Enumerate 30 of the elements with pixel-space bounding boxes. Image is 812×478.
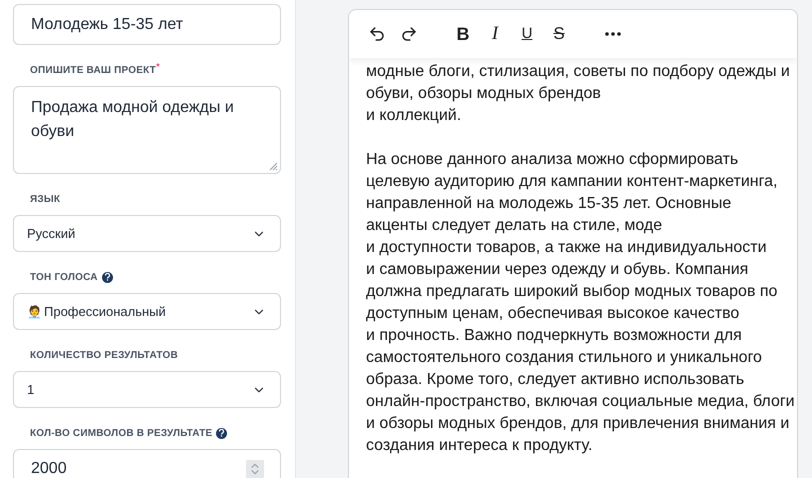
field-label: КОЛИЧЕСТВО РЕЗУЛЬТАТОВ (30, 348, 178, 362)
select-value: Профессиональный (44, 302, 166, 321)
field-label: КОЛ-ВО СИМВОЛОВ В РЕЗУЛЬТАТЕ (30, 426, 212, 440)
field-value: Продажа модной одежды и обуви (31, 99, 234, 140)
input-field[interactable]: Молодежь 15-35 лет (13, 4, 281, 45)
ellipsis-icon (605, 32, 621, 36)
editor-paragraph: На основе данного анализа можно сформировать целевую аудиторию для кампании контент-маркетинга, направленной на молодежь 15-35 лет. Основные акценты следует делать на стиле, моде и доступности товаров, а также на индивидуальности и самовыражении через одежду и обувь. Компания должна предлагать широкий выбор модных товаров по доступным ценам, обеспечивая высокое качество и прочность. Важно подчеркнуть возможности для самостоятельного создания стильного и уникального образа. Кроме того, следует активно использовать онлайн-пространство, включая социальные медиа, блоги и обзоры модных брендов, для привлечения внимания и создания интереса к продукту. (366, 150, 796, 456)
italic-button[interactable]: I (479, 22, 511, 46)
required-mark: * (156, 63, 160, 73)
underline-button[interactable]: U (511, 22, 543, 46)
field-value: 2000 (31, 459, 67, 478)
field-label: ТОН ГОЛОСА (30, 270, 98, 284)
person-emoji-icon: 🧑‍💼 (27, 302, 42, 320)
select-value: 1 (27, 380, 34, 399)
redo-icon (400, 25, 418, 43)
field-label: ОПИШИТЕ ВАШ ПРОЕКТ (30, 64, 156, 78)
help-icon[interactable] (216, 428, 228, 438)
help-icon[interactable] (102, 272, 113, 282)
select-field[interactable]: 🧑‍💼Профессиональный (13, 293, 281, 330)
undo-icon (368, 25, 386, 43)
resize-handle-icon[interactable] (268, 161, 278, 171)
bold-button[interactable]: B (447, 22, 479, 46)
select-value: Русский (27, 224, 76, 243)
select-field[interactable]: Русский (13, 215, 281, 252)
editor-paragraph: модные блоги, стилизация, советы по подбору одежды и обуви, обзоры модных брендов и коллекций. (366, 62, 791, 126)
textarea-field[interactable]: Продажа модной одежды и обуви (13, 86, 281, 174)
strikethrough-button[interactable]: S (543, 22, 575, 46)
select-field[interactable]: 1 (13, 371, 281, 408)
number-field[interactable]: 2000 (13, 449, 281, 478)
field-label: ЯЗЫК (30, 192, 60, 206)
